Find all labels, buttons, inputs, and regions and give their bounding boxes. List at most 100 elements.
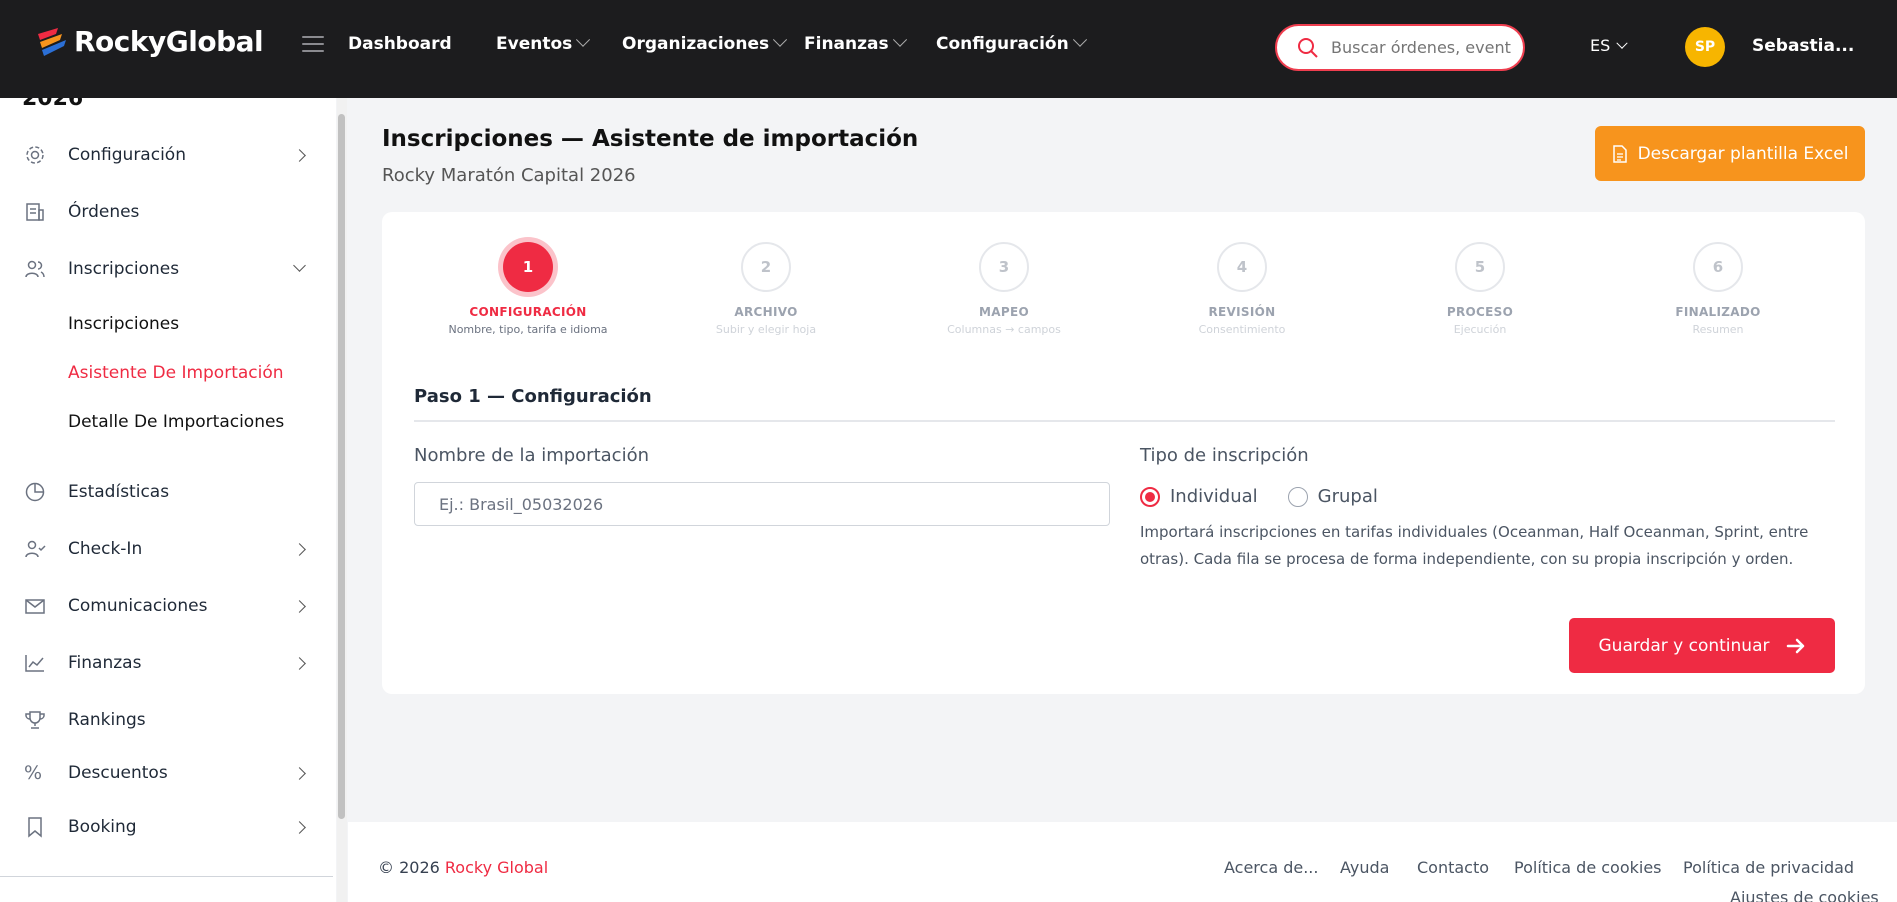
sidebar-item-estadisticas[interactable]: Estadísticas [0, 472, 330, 512]
step-title: FINALIZADO [1675, 305, 1761, 319]
chevron-down-icon [773, 32, 788, 47]
nav-finanzas[interactable]: Finanzas [804, 32, 907, 54]
language-selector[interactable]: ES [1590, 36, 1628, 55]
brand-name: RockyGlobal [74, 24, 264, 58]
line-chart-icon [25, 655, 44, 672]
footer-link-cookies[interactable]: Política de cookies [1514, 858, 1662, 877]
page-title: Inscripciones — Asistente de importación [382, 126, 919, 152]
user-check-icon [25, 540, 46, 558]
step-title: REVISIÓN [1208, 305, 1276, 319]
sidebar-item-finanzas[interactable]: Finanzas [0, 643, 330, 683]
sidebar-divider [0, 876, 333, 877]
arrow-right-icon [1786, 638, 1804, 653]
download-excel-template-button[interactable]: Descargar plantilla Excel [1595, 126, 1865, 181]
avatar[interactable]: SP [1685, 27, 1725, 67]
chevron-right-icon [293, 599, 306, 613]
footer: © 2026 Rocky Global Acerca de... Ayuda C… [348, 822, 1897, 902]
chevron-right-icon [293, 820, 306, 834]
sidebar-subitem-asistente-importacion[interactable]: Asistente De Importación [68, 363, 284, 383]
chevron-right-icon [293, 766, 306, 780]
radio-grupal[interactable] [1287, 486, 1308, 507]
step-number: 3 [979, 242, 1029, 292]
step-number: 5 [1455, 242, 1505, 292]
import-name-field[interactable] [414, 482, 1110, 526]
footer-copyright: © 2026 Rocky Global [378, 858, 549, 877]
sidebar-item-booking[interactable]: Booking [0, 807, 330, 847]
step-number: 4 [1217, 242, 1267, 292]
registration-type-help: Importará inscripciones en tarifas indiv… [1140, 523, 1809, 568]
step-description: Ejecución [1453, 323, 1507, 336]
trophy-icon [25, 711, 45, 729]
step-title: PROCESO [1446, 305, 1514, 319]
chevron-right-icon [293, 148, 306, 162]
step-title: CONFIGURACIÓN [469, 305, 587, 319]
sidebar-item-descuentos[interactable]: % Descuentos [0, 753, 330, 793]
chevron-right-icon [293, 542, 306, 556]
brand-logo-icon [38, 28, 66, 56]
sidebar-subitem-inscripciones[interactable]: Inscripciones [68, 314, 179, 334]
registration-type-label: Tipo de inscripción [1140, 445, 1309, 466]
save-and-continue-button[interactable]: Guardar y continuar [1569, 618, 1835, 673]
step-title: ARCHIVO [734, 305, 798, 319]
chevron-down-icon [576, 32, 591, 47]
user-name[interactable]: Sebastia... [1752, 36, 1854, 56]
sidebar-item-inscripciones[interactable]: Inscripciones [0, 249, 330, 289]
radio-individual-label[interactable]: Individual [1170, 486, 1258, 507]
footer-link-acerca[interactable]: Acerca de... [1224, 858, 1318, 877]
step-number: 2 [741, 242, 791, 292]
receipt-icon [26, 203, 44, 221]
step-title: MAPEO [979, 305, 1029, 319]
sidebar-item-check-in[interactable]: Check-In [0, 529, 330, 569]
nav-configuracion[interactable]: Configuración [936, 32, 1087, 54]
footer-link-ayuda[interactable]: Ayuda [1340, 858, 1389, 877]
file-excel-icon [1612, 144, 1627, 163]
brand-logo[interactable]: RockyGlobal [36, 24, 264, 58]
sidebar-item-comunicaciones[interactable]: Comunicaciones [0, 586, 330, 626]
menu-toggle-icon[interactable] [302, 36, 324, 54]
import-wizard-card: 1 CONFIGURACIÓN Nombre, tipo, tarifa e i… [382, 212, 1865, 694]
wizard-step-1[interactable]: 1 CONFIGURACIÓN Nombre, tipo, tarifa e i… [428, 242, 628, 336]
step-description: Consentimiento [1198, 323, 1286, 336]
radio-grupal-label[interactable]: Grupal [1318, 486, 1378, 507]
footer-link-contacto[interactable]: Contacto [1417, 858, 1489, 877]
nav-organizaciones[interactable]: Organizaciones [622, 32, 788, 54]
sidebar-item-configuracion[interactable]: Configuración [0, 135, 330, 175]
search-icon [1298, 37, 1318, 58]
chevron-down-icon [1616, 37, 1628, 49]
import-name-label: Nombre de la importación [414, 445, 649, 466]
nav-eventos[interactable]: Eventos [496, 32, 591, 54]
wizard-step-5[interactable]: 5 PROCESO Ejecución [1380, 242, 1580, 336]
chevron-right-icon [293, 656, 306, 670]
chevron-down-icon [892, 32, 907, 47]
sidebar: 2026 Configuración Órdenes Inscripciones… [0, 98, 336, 902]
radio-individual[interactable] [1140, 486, 1160, 507]
sidebar-scrollbar-thumb[interactable] [338, 114, 345, 819]
footer-brand-link[interactable]: Rocky Global [445, 858, 548, 877]
sidebar-item-rankings[interactable]: Rankings [0, 700, 330, 740]
footer-link-ajustes-cookies[interactable]: Ajustes de cookies [1730, 888, 1879, 902]
percent-icon: % [24, 762, 43, 784]
gear-icon [26, 146, 44, 164]
step-description: Resumen [1692, 323, 1744, 336]
registration-type-group: Individual Grupal [1140, 486, 1378, 507]
chevron-down-icon [1072, 32, 1087, 47]
sidebar-item-ordenes[interactable]: Órdenes [0, 192, 330, 232]
users-icon [25, 260, 45, 278]
step-number: 6 [1693, 242, 1743, 292]
nav-dashboard[interactable]: Dashboard [348, 34, 452, 54]
top-navbar: RockyGlobal Dashboard Eventos Organizaci… [0, 0, 1897, 98]
search-box[interactable] [1275, 24, 1525, 71]
sidebar-subitem-detalle-importaciones[interactable]: Detalle De Importaciones [68, 412, 284, 432]
wizard-step-3[interactable]: 3 MAPEO Columnas → campos [904, 242, 1104, 336]
step-description: Subir y elegir hoja [715, 323, 817, 336]
wizard-step-4[interactable]: 4 REVISIÓN Consentimiento [1142, 242, 1342, 336]
section-title: Paso 1 — Configuración [414, 386, 652, 407]
wizard-step-6[interactable]: 6 FINALIZADO Resumen [1618, 242, 1818, 336]
bookmark-icon [28, 817, 42, 838]
wizard-step-2[interactable]: 2 ARCHIVO Subir y elegir hoja [666, 242, 866, 336]
chevron-down-icon [293, 259, 306, 272]
step-description: Nombre, tipo, tarifa e idioma [448, 323, 608, 336]
search-input[interactable] [1331, 38, 1511, 57]
section-divider [414, 420, 1835, 422]
footer-link-privacidad[interactable]: Política de privacidad [1683, 858, 1854, 877]
